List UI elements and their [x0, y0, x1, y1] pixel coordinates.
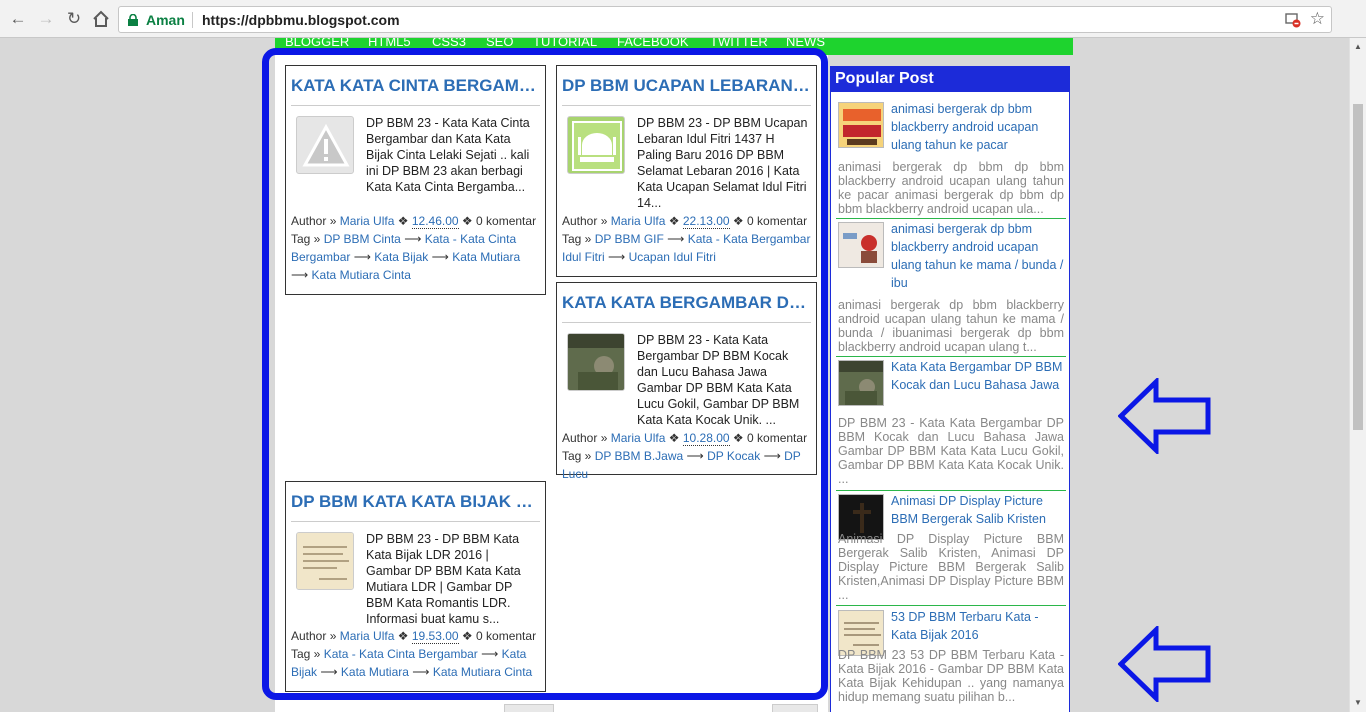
- url-text[interactable]: https://dpbbmu.blogspot.com: [202, 12, 400, 28]
- forward-arrow-icon[interactable]: →: [35, 8, 57, 30]
- popular-post-summary: animasi bergerak dp bbm blackberry andro…: [838, 298, 1064, 354]
- animation-image-icon: [839, 223, 883, 267]
- popular-post-widget: animasi bergerak dp bbm blackberry andro…: [830, 92, 1070, 712]
- popular-post-heading: Popular Post: [830, 66, 1070, 92]
- popular-post-title[interactable]: Animasi DP Display Picture BBM Bergerak …: [891, 492, 1066, 528]
- popular-post-summary: DP BBM 23 53 DP BBM Terbaru Kata - Kata …: [838, 648, 1064, 704]
- scroll-down-icon[interactable]: ▼: [1354, 698, 1362, 707]
- birthday-image-icon: [839, 103, 883, 147]
- blocked-content-icon[interactable]: [1285, 12, 1301, 28]
- highlight-frame: [262, 48, 828, 700]
- lock-icon: [128, 14, 138, 26]
- popular-post-item: Kata Kata Bergambar DP BBM Kocak dan Luc…: [836, 358, 1066, 490]
- pager-newer-button[interactable]: [504, 704, 554, 712]
- browser-toolbar: ← → ↻ Aman https://dpbbmu.blogspot.com ☆: [0, 0, 1366, 38]
- photo-thumbnail-icon: [839, 361, 883, 405]
- scroll-up-icon[interactable]: ▲: [1354, 42, 1362, 51]
- reload-icon[interactable]: ↻: [63, 8, 85, 30]
- left-arrow-annotation-icon: [1118, 378, 1211, 454]
- popular-post-thumbnail[interactable]: [838, 222, 884, 268]
- pager-older-button[interactable]: [772, 704, 818, 712]
- popular-post-item: animasi bergerak dp bbm blackberry andro…: [836, 220, 1066, 356]
- address-bar[interactable]: Aman https://dpbbmu.blogspot.com ☆: [118, 6, 1332, 33]
- divider: [836, 218, 1066, 219]
- popular-post-summary: Animasi DP Display Picture BBM Bergerak …: [838, 532, 1064, 602]
- popular-post-title[interactable]: 53 DP BBM Terbaru Kata - Kata Bijak 2016: [891, 608, 1066, 644]
- secure-label: Aman: [146, 12, 185, 28]
- popular-post-summary: DP BBM 23 - Kata Kata Bergambar DP BBM K…: [838, 416, 1064, 486]
- page-scrollbar[interactable]: ▲ ▼: [1349, 38, 1366, 712]
- omnibox-divider: [192, 12, 193, 28]
- home-icon[interactable]: [90, 8, 112, 30]
- popular-post-title[interactable]: animasi bergerak dp bbm blackberry andro…: [891, 220, 1066, 292]
- popular-post-title[interactable]: Kata Kata Bergambar DP BBM Kocak dan Luc…: [891, 358, 1066, 394]
- popular-post-item: Animasi DP Display Picture BBM Bergerak …: [836, 492, 1066, 604]
- back-arrow-icon[interactable]: ←: [7, 8, 29, 30]
- left-arrow-annotation-icon: [1118, 626, 1211, 702]
- popular-post-thumbnail[interactable]: [838, 360, 884, 406]
- bookmark-star-icon[interactable]: ☆: [1310, 9, 1325, 29]
- popular-post-summary: animasi bergerak dp bbm dp bbm blackberr…: [838, 160, 1064, 216]
- divider: [836, 356, 1066, 357]
- divider: [836, 490, 1066, 491]
- popular-post-item: 53 DP BBM Terbaru Kata - Kata Bijak 2016…: [836, 608, 1066, 712]
- scrollbar-thumb[interactable]: [1353, 104, 1363, 430]
- popular-post-thumbnail[interactable]: [838, 102, 884, 148]
- divider: [836, 605, 1066, 606]
- popular-post-title[interactable]: animasi bergerak dp bbm blackberry andro…: [891, 100, 1066, 154]
- popular-post-item: animasi bergerak dp bbm blackberry andro…: [836, 100, 1066, 218]
